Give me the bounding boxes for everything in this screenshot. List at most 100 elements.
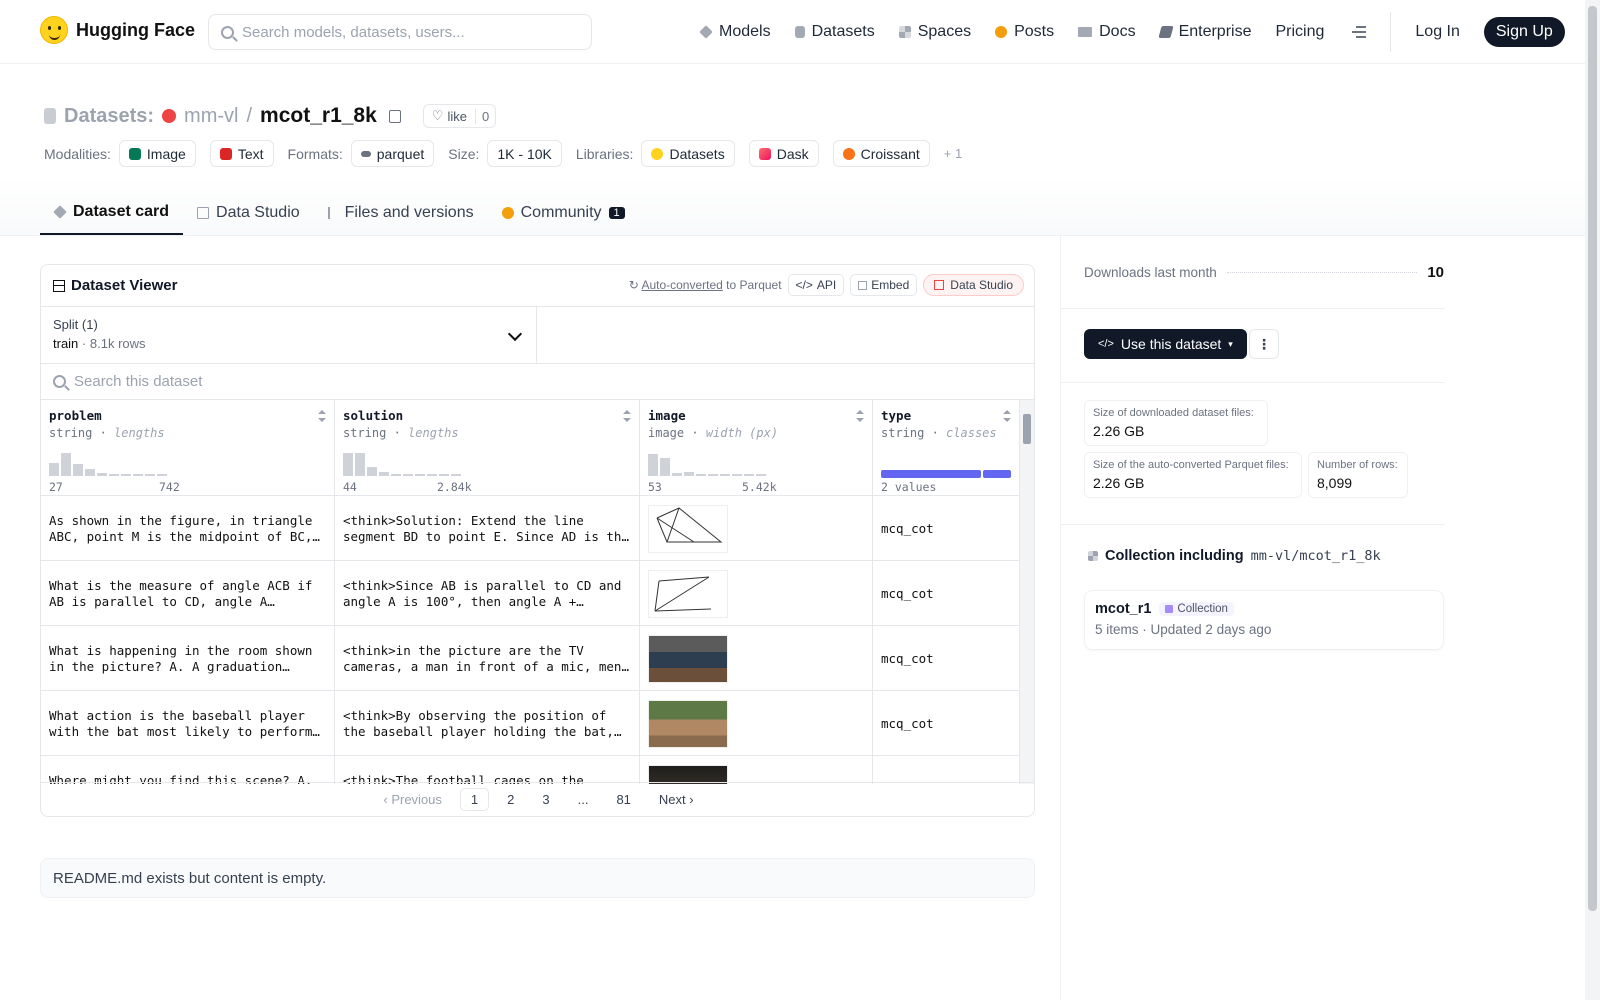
dataset-search[interactable] [41, 364, 1034, 400]
image-thumbnail[interactable] [648, 634, 728, 683]
cell-solution[interactable]: <think>By observing the position of the … [335, 691, 640, 756]
tab-data-studio[interactable]: Data Studio [183, 190, 314, 235]
tab-community[interactable]: Community 1 [488, 190, 639, 235]
sort-icon[interactable] [1003, 410, 1011, 422]
image-thumbnail[interactable] [648, 699, 728, 748]
tag-datasets-lib[interactable]: Datasets [641, 140, 735, 167]
histogram-bar[interactable] [133, 474, 143, 476]
tag-croissant[interactable]: Croissant [832, 140, 930, 167]
cell-type[interactable] [873, 756, 1020, 784]
page-scrollbar-thumb[interactable] [1588, 6, 1597, 911]
signup-button[interactable]: Sign Up [1483, 17, 1565, 47]
title-section-label[interactable]: Datasets: [64, 105, 154, 128]
column-header-image[interactable]: image image · width (px) 53 5.42k [640, 400, 873, 496]
histogram-bar[interactable] [439, 474, 449, 476]
table-scrollbar-thumb[interactable] [1023, 414, 1031, 444]
histogram-bar[interactable] [648, 454, 658, 476]
nav-docs[interactable]: Docs [1078, 23, 1136, 41]
class-distribution-bar[interactable] [881, 470, 1011, 478]
class-segment[interactable] [881, 470, 981, 478]
table-row[interactable]: As shown in the figure, in triangle ABC,… [41, 496, 1020, 561]
column-header-type[interactable]: type string · classes 2 values [873, 400, 1020, 496]
histogram-bar[interactable] [415, 474, 425, 476]
histogram-bar[interactable] [684, 472, 694, 476]
histogram-bar[interactable] [367, 467, 377, 476]
column-header-solution[interactable]: solution string · lengths 44 2.84k [335, 400, 640, 496]
image-thumbnail[interactable] [648, 569, 728, 618]
histogram-bar[interactable] [451, 474, 461, 476]
collection-name[interactable]: mcot_r1 [1095, 601, 1151, 617]
histogram-bar[interactable] [49, 463, 59, 476]
cell-image[interactable] [640, 626, 873, 691]
cell-type[interactable]: mcq_cot [873, 496, 1020, 561]
nav-enterprise[interactable]: Enterprise [1157, 23, 1251, 41]
column-header-problem[interactable]: problem string · lengths 27 742 [41, 400, 335, 496]
cell-image[interactable] [640, 561, 873, 626]
histogram-bar[interactable] [97, 473, 107, 476]
histogram-bar[interactable] [73, 464, 83, 476]
class-segment[interactable] [983, 470, 1011, 478]
table-row[interactable]: What action is the baseball player with … [41, 691, 1020, 756]
auto-converted-link[interactable]: Auto-converted [641, 278, 722, 292]
cell-solution[interactable]: <think>The football cages on the side... [335, 756, 640, 784]
histogram-bar[interactable] [109, 474, 119, 476]
histogram-bar[interactable] [145, 474, 155, 476]
global-search-input[interactable] [242, 23, 572, 41]
embed-button[interactable]: Embed [850, 274, 918, 296]
histogram-bar[interactable] [708, 474, 718, 476]
tag-size[interactable]: 1K - 10K [487, 140, 562, 167]
like-button[interactable]: ♡ like 0 [422, 104, 497, 128]
nav-models[interactable]: Models [699, 23, 771, 41]
more-libraries[interactable]: + 1 [944, 146, 962, 161]
org-avatar[interactable] [162, 109, 177, 123]
repo-name[interactable]: mcot_r1_8k [260, 104, 377, 128]
tag-text[interactable]: Text [209, 140, 274, 167]
cell-solution[interactable]: <think>Since AB is parallel to CD and an… [335, 561, 640, 626]
nav-datasets[interactable]: Datasets [794, 23, 875, 41]
dataset-search-input[interactable] [74, 373, 474, 390]
like-count[interactable]: 0 [474, 108, 495, 124]
previous-page-button[interactable]: ‹ Previous [373, 789, 452, 810]
next-page-button[interactable]: Next › [649, 789, 704, 810]
page-81-button[interactable]: 81 [606, 789, 640, 810]
cell-type[interactable]: mcq_cot [873, 691, 1020, 756]
image-thumbnail[interactable] [648, 504, 728, 553]
cell-problem[interactable]: As shown in the figure, in triangle ABC,… [41, 496, 335, 561]
page-1-button[interactable]: 1 [459, 788, 490, 811]
cell-problem[interactable]: Where might you find this scene? A. In..… [41, 756, 335, 784]
histogram-bar[interactable] [343, 453, 353, 476]
page-2-button[interactable]: 2 [497, 789, 524, 810]
histogram-bar[interactable] [157, 474, 167, 476]
cell-solution[interactable]: <think>Solution: Extend the line segment… [335, 496, 640, 561]
cell-problem[interactable]: What is the measure of angle ACB if AB i… [41, 561, 335, 626]
sort-icon[interactable] [856, 410, 864, 422]
use-this-dataset-button[interactable]: </> Use this dataset ▾ [1084, 329, 1247, 359]
more-options-button[interactable]: ⋮ [1249, 329, 1279, 359]
split-selector[interactable]: Split (1) train · 8.1k rows [41, 307, 537, 363]
sort-icon[interactable] [318, 410, 326, 422]
histogram-bar[interactable] [720, 474, 730, 476]
nav-posts[interactable]: Posts [995, 23, 1054, 41]
page-3-button[interactable]: 3 [532, 789, 559, 810]
tag-parquet[interactable]: parquet [350, 140, 435, 167]
histogram-bar[interactable] [756, 474, 766, 476]
histogram-bar[interactable] [732, 474, 742, 476]
tab-dataset-card[interactable]: Dataset card [40, 190, 184, 235]
histogram-bar[interactable] [379, 472, 389, 476]
histogram-bar[interactable] [403, 474, 413, 476]
more-menu-button[interactable] [1348, 26, 1367, 38]
histogram-bar[interactable] [355, 453, 365, 476]
cell-image[interactable] [640, 496, 873, 561]
tag-image[interactable]: Image [118, 140, 196, 167]
nav-spaces[interactable]: Spaces [898, 23, 971, 41]
table-row[interactable]: Where might you find this scene? A. In..… [41, 756, 1020, 784]
histogram-bar[interactable] [85, 469, 95, 476]
table-scrollbar[interactable] [1020, 400, 1034, 784]
cell-solution[interactable]: <think>in the picture are the TV cameras… [335, 626, 640, 691]
data-studio-button[interactable]: Data Studio [923, 274, 1024, 296]
page-scrollbar[interactable] [1585, 0, 1600, 1000]
login-link[interactable]: Log In [1415, 23, 1459, 41]
org-link[interactable]: mm-vl [184, 105, 238, 128]
copy-icon[interactable] [388, 109, 401, 123]
cell-problem[interactable]: What action is the baseball player with … [41, 691, 335, 756]
